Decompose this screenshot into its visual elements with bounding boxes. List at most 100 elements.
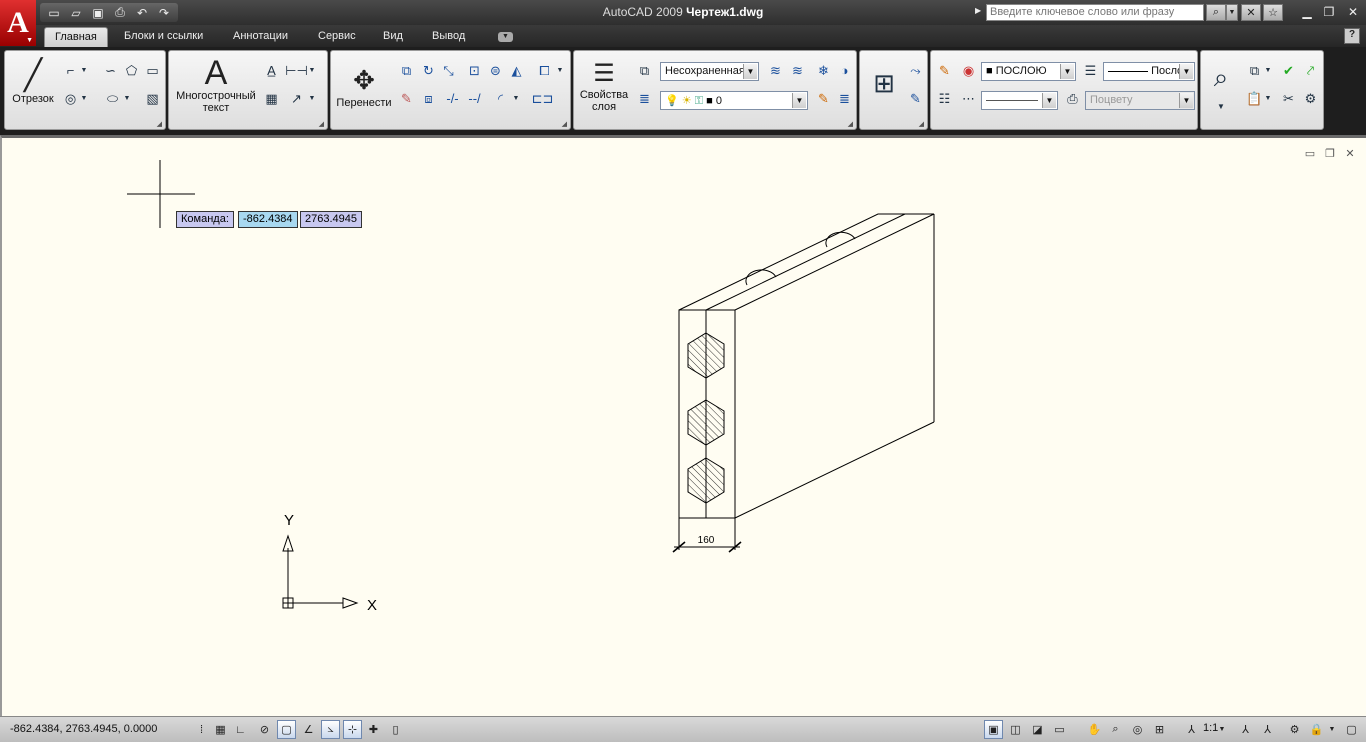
zoom-status-icon[interactable]: ⌕ (1106, 720, 1125, 739)
layer-unisolate-icon[interactable]: ≋ (788, 61, 807, 80)
polyline-dropdown-icon[interactable]: ▼ (79, 61, 89, 80)
copy-icon[interactable]: ⧉ (397, 61, 416, 80)
panel-expand-icon[interactable]: ◢ (919, 120, 924, 128)
tab-blocks[interactable]: Блоки и ссылки (114, 27, 213, 47)
tab-annotate[interactable]: Аннотации (223, 27, 298, 47)
hatch-icon[interactable]: ▧ (143, 89, 162, 108)
edit-block-icon[interactable]: ✎ (906, 89, 925, 108)
close-window-icon[interactable]: ✕ (1342, 3, 1364, 21)
help-search-input[interactable]: Введите ключевое слово или фразу (986, 4, 1204, 21)
lineweight-icon[interactable]: ☰ (1081, 61, 1100, 80)
object-snap-icon[interactable]: ▢ (277, 720, 296, 739)
dynamic-ucs-icon[interactable]: ⦣ (321, 720, 340, 739)
object-snap-tracking-icon[interactable]: ∠ (299, 720, 318, 739)
circle-icon[interactable]: ◎ (61, 89, 80, 108)
trim-icon[interactable]: -/- (443, 89, 462, 108)
quick-properties-icon[interactable]: ▯ (386, 720, 405, 739)
layer-isolate-icon[interactable]: ≋ (766, 61, 785, 80)
showmotion-icon[interactable]: ⊞ (1150, 720, 1169, 739)
layout2-icon[interactable]: ◪ (1028, 720, 1047, 739)
zoom-icon[interactable]: ⌕ (1204, 61, 1238, 95)
copy-dropdown-icon[interactable]: ▼ (1263, 61, 1273, 80)
dynamic-input-icon[interactable]: ⊹ (343, 720, 362, 739)
restore-window-icon[interactable]: ❐ (1318, 3, 1340, 21)
polygon-icon[interactable]: ⬠ (122, 61, 141, 80)
layout1-icon[interactable]: ◫ (1006, 720, 1025, 739)
polyline-icon[interactable]: ⌐ (61, 61, 80, 80)
mirror-icon[interactable]: ◭ (507, 61, 526, 80)
panel-expand-icon[interactable]: ◢ (848, 120, 853, 128)
polar-tracking-icon[interactable]: ⊘ (255, 720, 274, 739)
panel-expand-icon[interactable]: ◢ (319, 120, 324, 128)
paste-dropdown-icon[interactable]: ▼ (1263, 89, 1273, 108)
help-icon[interactable]: ? (1344, 28, 1360, 44)
pan-icon[interactable]: ✋ (1085, 720, 1104, 739)
auto-scale-icon[interactable]: ⅄ (1258, 720, 1277, 739)
select-similar-icon[interactable]: ⤤ (1301, 61, 1320, 80)
array-dropdown-icon[interactable]: ▼ (555, 61, 565, 80)
application-menu-button[interactable]: A ▼ (0, 0, 36, 46)
ribbon-minimize-icon[interactable]: ▼ (498, 32, 513, 42)
model-space-icon[interactable]: ▣ (984, 720, 1003, 739)
stretch-icon[interactable]: ⊡ (465, 61, 484, 80)
insert-block-icon[interactable]: ⊞ (866, 65, 902, 101)
leader-dropdown-icon[interactable]: ▼ (307, 89, 317, 108)
tab-home[interactable]: Главная (44, 27, 108, 47)
dimension-dropdown-icon[interactable]: ▼ (307, 61, 317, 80)
toolbar-lock-icon[interactable]: 🔒 (1307, 720, 1326, 739)
circle-dropdown-icon[interactable]: ▼ (79, 89, 89, 108)
rectangle-icon[interactable]: ▭ (143, 61, 162, 80)
layer-state-icon[interactable]: ⧉ (635, 61, 654, 80)
fillet-dropdown-icon[interactable]: ▼ (511, 89, 521, 108)
layer-previous-icon[interactable]: ≣ (835, 89, 854, 108)
quick-select-icon[interactable]: ✔ (1279, 61, 1298, 80)
layer-properties-button[interactable]: ☰ Свойства слоя (576, 59, 632, 113)
plotstyle-dropdown[interactable]: Поцвету (1085, 91, 1195, 110)
move-button[interactable]: ✥ Перенести (333, 63, 395, 109)
scale-icon[interactable]: ⤡ (439, 61, 458, 80)
communication-center-icon[interactable]: ✕ (1241, 4, 1261, 21)
grid-display-icon[interactable]: ▦ (211, 720, 230, 739)
coordinate-readout[interactable]: -862.4384, 2763.4945, 0.0000 (10, 723, 157, 735)
status-menu-dropdown-icon[interactable]: ▼ (1326, 720, 1338, 739)
cut-icon[interactable]: ✂ (1279, 89, 1298, 108)
drawing-area[interactable]: ▭ ❐ ✕ 160 Y X Команда: -862.4384 2763.49… (0, 135, 1366, 716)
snap-mode-icon[interactable]: ⁞ (192, 720, 211, 739)
search-icon[interactable]: ⌕ (1206, 4, 1226, 21)
quick-view-layouts-icon[interactable]: ▭ (1050, 720, 1069, 739)
quick-calc-icon[interactable]: ⚙ (1301, 89, 1320, 108)
explode-icon[interactable]: ⧈ (419, 89, 438, 108)
linetype-icon[interactable]: ⋯ (959, 89, 978, 108)
linetype-dropdown[interactable]: Послo (1103, 62, 1195, 81)
spline-icon[interactable]: ∽ (101, 61, 120, 80)
search-dropdown-icon[interactable]: ▼ (1226, 4, 1238, 21)
layer-match-icon[interactable]: ✎ (814, 89, 833, 108)
steering-wheel-icon[interactable]: ◎ (1128, 720, 1147, 739)
join-icon[interactable]: ⊏⊐ (532, 89, 554, 108)
layer-stack-icon[interactable]: ≣ (635, 89, 654, 108)
ortho-mode-icon[interactable]: ∟ (231, 720, 250, 739)
dynamic-input-y[interactable]: 2763.4945 (300, 211, 362, 228)
extend-icon[interactable]: --/ (465, 89, 484, 108)
tab-output[interactable]: Вывод (422, 27, 475, 47)
clean-screen-icon[interactable]: ▢ (1342, 720, 1361, 739)
array-icon[interactable]: ⧠ (535, 61, 554, 80)
match-properties-icon[interactable]: ✎ (935, 61, 954, 80)
dynamic-input-x[interactable]: -862.4384 (238, 211, 298, 228)
panel-expand-icon[interactable]: ◢ (157, 120, 162, 128)
create-block-icon[interactable]: ⤳ (906, 61, 925, 80)
offset-icon[interactable]: ⊜ (486, 61, 505, 80)
ellipse-icon[interactable]: ⬭ (103, 89, 122, 108)
fillet-icon[interactable]: ◜ (491, 89, 510, 108)
copy-clipboard-icon[interactable]: ⧉ (1245, 61, 1264, 80)
annotation-visibility-icon[interactable]: ⅄ (1236, 720, 1255, 739)
current-layer-dropdown[interactable]: 💡 ☀ ⚿ ■ 0 (660, 91, 808, 110)
tab-tools[interactable]: Сервис (308, 27, 366, 47)
leader-icon[interactable]: ↗ (287, 89, 306, 108)
table-icon[interactable]: ▦ (262, 89, 281, 108)
color-wheel-icon[interactable]: ◉ (959, 61, 978, 80)
list-icon[interactable]: ☷ (935, 89, 954, 108)
workspace-switching-icon[interactable]: ⚙ (1285, 720, 1304, 739)
annotation-scale-dropdown-icon[interactable]: ▼ (1216, 720, 1228, 739)
tab-view[interactable]: Вид (373, 27, 413, 47)
